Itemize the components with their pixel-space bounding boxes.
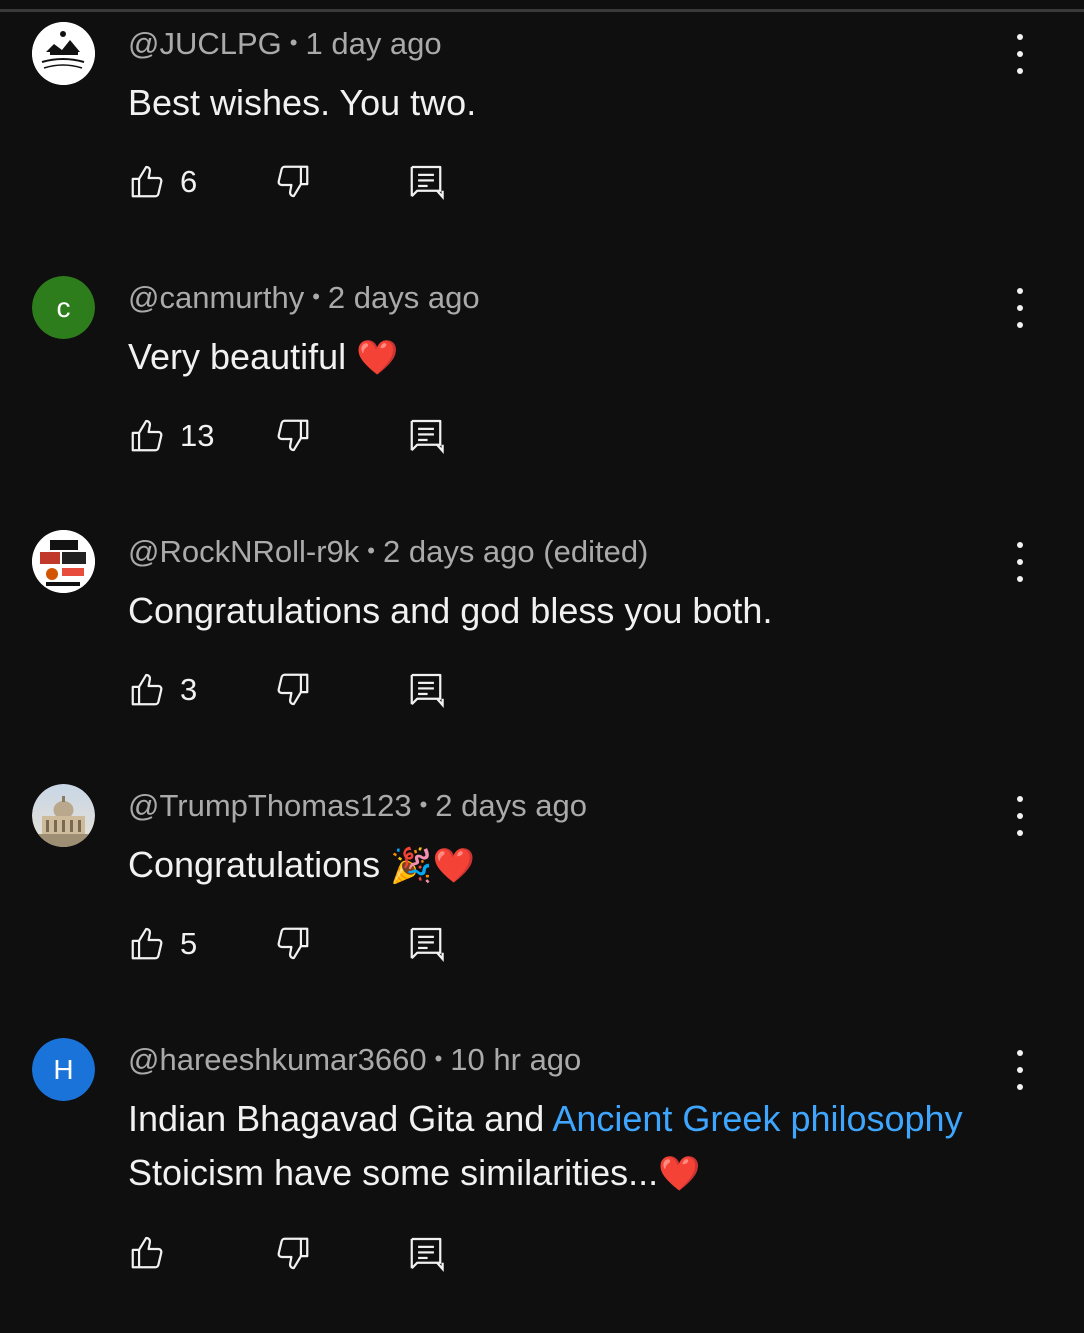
author-name[interactable]: @canmurthy — [128, 280, 304, 315]
comment-actions: 5 — [128, 924, 548, 964]
comment-time: 2 days ago (edited) — [382, 534, 649, 569]
comment-time: 1 day ago — [305, 26, 442, 61]
like-button[interactable] — [128, 1234, 180, 1272]
avatar-image — [32, 784, 95, 847]
like-count: 6 — [180, 164, 198, 199]
comment-text: Very beautiful ❤️ — [128, 330, 1028, 385]
comment-text-after: Stoicism have some similarities... — [128, 1152, 659, 1193]
avatar[interactable] — [32, 784, 95, 847]
avatar-image — [32, 530, 95, 593]
reply-icon — [410, 673, 444, 708]
thumbs-up-icon — [131, 1236, 163, 1269]
more-vert-icon[interactable] — [1008, 542, 1032, 582]
author-name[interactable]: @TrumpThomas123 — [128, 788, 412, 823]
like-button[interactable]: 5 — [128, 924, 197, 964]
dislike-button[interactable] — [274, 924, 312, 967]
dislike-button[interactable] — [274, 162, 312, 205]
comment-meta: @hareeshkumar3660 • 10 hr ago — [128, 1042, 581, 1081]
comment-text: Indian Bhagavad Gita and Ancient Greek p… — [128, 1092, 1028, 1201]
thumbs-down-icon — [277, 927, 309, 960]
avatar[interactable]: c — [32, 276, 95, 339]
like-count: 13 — [180, 418, 215, 453]
avatar[interactable]: H — [32, 1038, 95, 1101]
thumbs-up-icon — [131, 927, 163, 960]
reply-button[interactable] — [407, 1234, 445, 1279]
like-button[interactable]: 3 — [128, 670, 197, 710]
like-count: 5 — [180, 926, 198, 961]
separator-dot: • — [289, 30, 298, 55]
reply-icon — [410, 927, 444, 962]
comment-time: 2 days ago — [435, 788, 587, 823]
more-vert-icon[interactable] — [1008, 288, 1032, 328]
avatar[interactable] — [32, 530, 95, 593]
author-name[interactable]: @JUCLPG — [128, 26, 282, 61]
like-count: 3 — [180, 672, 198, 707]
reply-button[interactable] — [407, 924, 445, 969]
top-divider — [0, 9, 1084, 12]
avatar-letter: H — [32, 1038, 95, 1101]
comment-actions: 6 — [128, 162, 548, 202]
comment-text-before: Indian Bhagavad Gita and — [128, 1098, 553, 1139]
comment-meta: @JUCLPG • 1 day ago — [128, 26, 442, 65]
heart-emoji: ❤️ — [658, 1155, 701, 1193]
reply-icon — [410, 419, 444, 454]
more-vert-icon[interactable] — [1008, 796, 1032, 836]
more-vert-icon[interactable] — [1008, 1050, 1032, 1090]
avatar[interactable] — [32, 22, 95, 85]
heart-emoji: ❤️ — [356, 339, 399, 377]
thumbs-down-icon — [277, 165, 309, 198]
reply-button[interactable] — [407, 416, 445, 461]
comment-time: 10 hr ago — [450, 1042, 582, 1077]
comment-meta: @TrumpThomas123 • 2 days ago — [128, 788, 587, 827]
comment-meta: @RockNRoll-r9k • 2 days ago (edited) — [128, 534, 648, 573]
comment-text-main: Very beautiful — [128, 336, 347, 377]
thumbs-down-icon — [277, 673, 309, 706]
separator-dot: • — [434, 1046, 443, 1071]
like-button[interactable]: 13 — [128, 416, 214, 456]
comment-time: 2 days ago — [327, 280, 480, 315]
like-button[interactable]: 6 — [128, 162, 197, 202]
separator-dot: • — [419, 792, 428, 817]
thumbs-up-icon — [131, 673, 163, 706]
comment-text: Best wishes. You two. — [128, 82, 477, 123]
thumbs-up-icon — [131, 419, 163, 452]
author-name[interactable]: @RockNRoll-r9k — [128, 534, 359, 569]
dislike-button[interactable] — [274, 416, 312, 459]
avatar-letter: c — [32, 276, 95, 339]
thumbs-down-icon — [277, 1237, 309, 1270]
comment-actions: 3 — [128, 670, 548, 710]
more-vert-icon[interactable] — [1008, 34, 1032, 74]
topic-link[interactable]: Ancient Greek philosophy — [552, 1098, 962, 1139]
party-heart-emoji: 🎉❤️ — [390, 847, 475, 885]
comment-meta: @canmurthy • 2 days ago — [128, 280, 480, 319]
reply-icon — [410, 1237, 444, 1272]
reply-button[interactable] — [407, 670, 445, 715]
comment-text: Congratulations 🎉❤️ — [128, 838, 1028, 893]
separator-dot: • — [367, 538, 375, 563]
comment-text-main: Congratulations — [128, 844, 381, 885]
dislike-button[interactable] — [274, 670, 312, 713]
separator-dot: • — [312, 284, 320, 309]
reply-button[interactable] — [407, 162, 445, 207]
avatar-image — [32, 22, 95, 85]
reply-icon — [410, 165, 444, 200]
dislike-button[interactable] — [274, 1234, 312, 1277]
comment-actions — [128, 1234, 548, 1274]
thumbs-up-icon — [131, 165, 163, 198]
thumbs-down-icon — [277, 419, 309, 452]
comment-text: Congratulations and god bless you both. — [128, 590, 773, 631]
author-name[interactable]: @hareeshkumar3660 — [128, 1042, 427, 1077]
comment-actions: 13 — [128, 416, 548, 456]
